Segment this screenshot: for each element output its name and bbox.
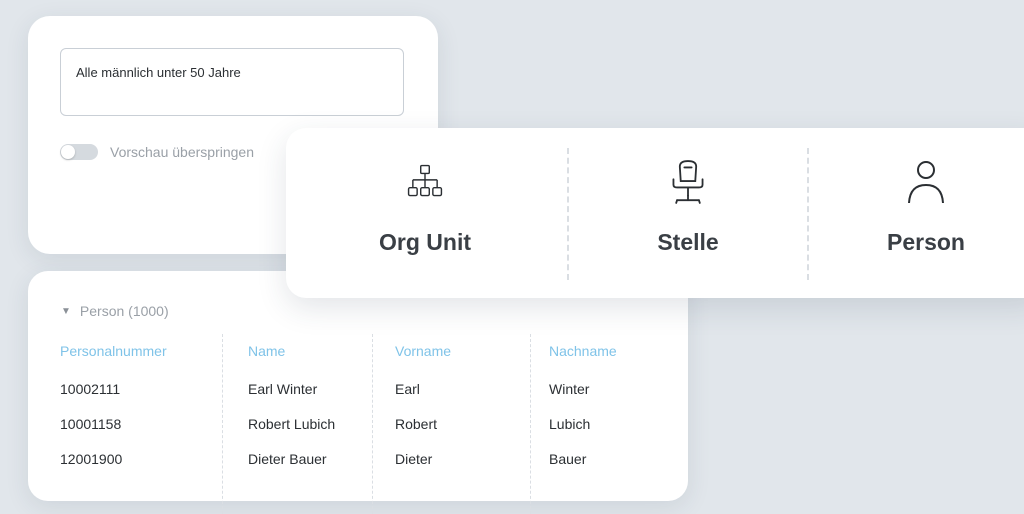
entity-type-card: Org Unit Stelle Person: [286, 128, 1024, 298]
skip-preview-label: Vorschau überspringen: [110, 144, 254, 160]
type-label: Stelle: [657, 229, 719, 255]
column-divider: [372, 334, 373, 514]
cell-nachname: Bauer: [549, 451, 587, 467]
cell-personalnummer: 10002111: [60, 381, 121, 397]
cell-nachname: Winter: [549, 381, 590, 397]
type-label: Person: [887, 229, 965, 255]
cell-vorname: Dieter: [395, 451, 433, 467]
cell-name: Earl Winter: [248, 381, 318, 397]
cell-name: Robert Lubich: [248, 416, 336, 432]
skip-preview-row: Vorschau überspringen: [60, 144, 254, 160]
skip-preview-toggle[interactable]: [60, 144, 98, 160]
type-label: Org Unit: [379, 229, 471, 255]
column-header-personalnummer[interactable]: Personalnummer: [60, 343, 167, 359]
group-label: Person (1000): [79, 303, 169, 319]
cell-personalnummer: 12001900: [60, 451, 123, 467]
cell-nachname: Lubich: [549, 416, 591, 432]
column-header-name[interactable]: Name: [248, 343, 285, 359]
column-divider: [530, 334, 531, 514]
column-header-vorname[interactable]: Vorname: [395, 343, 451, 359]
results-card: ▼ Person (1000) Personalnummer Name Vorn…: [28, 271, 688, 514]
cell-name: Dieter Bauer: [248, 451, 327, 467]
org-chart-icon: [405, 155, 445, 209]
cell-vorname: Robert: [395, 416, 438, 432]
column-header-nachname[interactable]: Nachname: [549, 343, 617, 359]
toggle-knob: [61, 145, 75, 159]
type-option-org-unit[interactable]: Org Unit: [305, 128, 545, 298]
type-option-person[interactable]: Person: [806, 128, 1024, 298]
type-option-stelle[interactable]: Stelle: [568, 128, 808, 298]
cell-personalnummer: 10001158: [60, 416, 122, 432]
column-divider: [222, 334, 223, 514]
office-chair-icon: [668, 155, 708, 209]
cell-vorname: Earl: [395, 381, 420, 397]
person-icon: [906, 155, 946, 209]
group-header[interactable]: ▼ Person (1000): [61, 303, 169, 319]
collapse-triangle-icon: ▼: [61, 305, 71, 317]
query-input[interactable]: Alle männlich unter 50 Jahre: [60, 48, 404, 116]
